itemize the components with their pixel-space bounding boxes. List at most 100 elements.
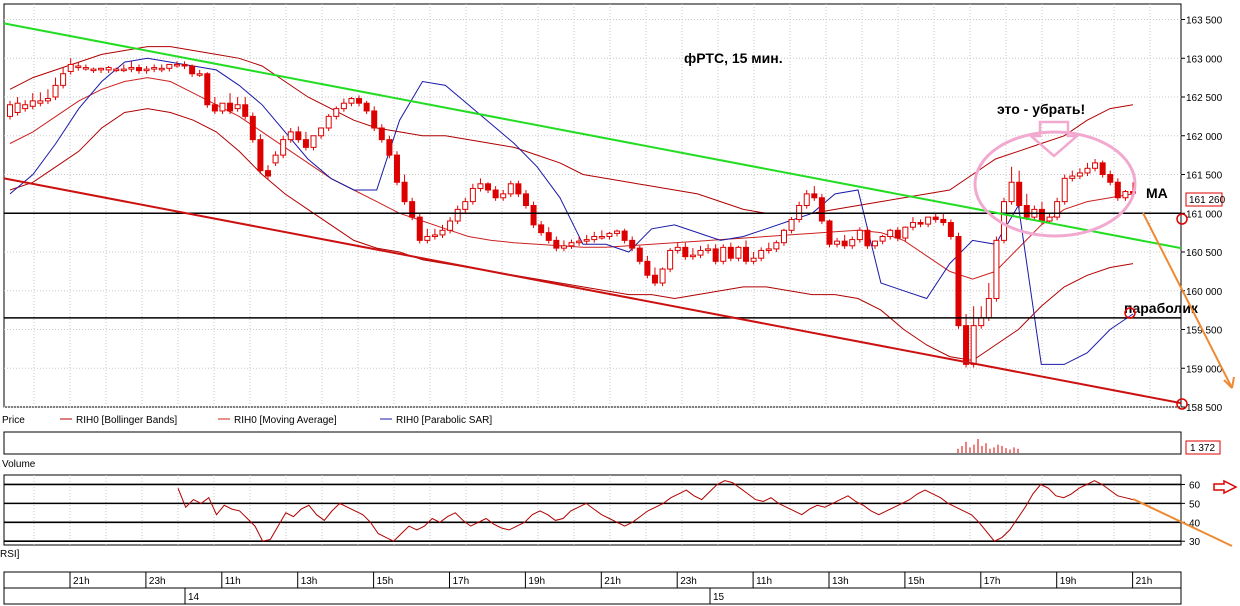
candle-body-up — [970, 325, 977, 365]
candle — [947, 219, 954, 240]
candle-body-up — [37, 100, 44, 104]
candle-body-up — [758, 249, 765, 259]
hour-tick-label: 17h — [984, 576, 1001, 587]
candle-body-down — [636, 247, 643, 262]
candle-body-up — [173, 63, 180, 67]
candle-body-down — [947, 222, 954, 238]
candle-body-up — [44, 98, 51, 102]
candle-body-down — [189, 65, 196, 75]
candle-body-up — [735, 246, 742, 259]
candle-body-up — [1046, 216, 1053, 222]
candle-body-up — [318, 127, 325, 137]
candle-body-up — [1122, 191, 1129, 199]
candle-body-up — [765, 248, 772, 251]
legend-moving-average: RIH0 [Moving Average] — [234, 415, 337, 426]
candle-body-down — [1016, 181, 1023, 206]
candle-body-up — [128, 67, 135, 70]
candle-body-up — [151, 67, 158, 70]
candle-body-up — [1069, 175, 1076, 179]
candle-body-up — [576, 240, 583, 244]
candle-body-down — [1107, 174, 1114, 183]
candle-body-down — [1023, 205, 1030, 218]
price-tick-label: 162 500 — [1186, 93, 1223, 104]
candle-body-up — [196, 73, 203, 76]
candle-body-up — [985, 298, 992, 319]
candle — [667, 248, 674, 273]
hour-tick-label: 21h — [604, 576, 621, 587]
price-tick-label: 162 000 — [1186, 132, 1223, 143]
remove-annotation: это - убрать! — [997, 101, 1085, 117]
date-tick-label: 15 — [713, 592, 725, 603]
hour-tick-label: 15h — [908, 576, 925, 587]
candle-body-up — [849, 239, 856, 247]
candle-body-down — [841, 240, 848, 247]
price-tick-label: 160 000 — [1186, 287, 1223, 298]
candle-body-down — [826, 220, 833, 245]
candle-body-down — [249, 115, 256, 141]
candle-body-up — [872, 240, 879, 247]
candle-body-up — [219, 102, 226, 112]
candle-body-down — [401, 181, 408, 203]
candle-body-up — [879, 236, 886, 242]
candle-body-up — [598, 236, 605, 239]
candle-body-up — [773, 242, 780, 250]
candle-body-up — [439, 229, 446, 236]
candle-body-down — [955, 236, 962, 327]
candle — [204, 72, 211, 108]
price-axis: 163 500 163 000 162 500 162 000 161 500 161 0… — [1181, 16, 1223, 414]
hour-tick-label: 17h — [453, 576, 470, 587]
candle-body-up — [720, 246, 727, 262]
price-panel: 163 500 163 000 162 500 162 000 161 500 161 0… — [3, 3, 1226, 414]
candle-body-down — [393, 154, 400, 183]
hour-tick-label: 11h — [756, 576, 772, 587]
legend-parabolic-sar: RIH0 [Parabolic SAR] — [396, 415, 492, 426]
candle — [249, 112, 256, 143]
candle-body-up — [310, 135, 317, 148]
candle-body-up — [348, 98, 355, 104]
candle — [393, 151, 400, 186]
candle-body-up — [788, 218, 795, 231]
hour-tick-label: 15h — [377, 576, 394, 587]
legend-row: Price RIH0 [Bollinger Bands] RIH0 [Movin… — [2, 415, 492, 426]
candle-body-up — [856, 229, 863, 241]
candle-body-down — [712, 248, 719, 262]
candle — [826, 219, 833, 248]
candle-body-up — [272, 154, 279, 164]
candle-body-down — [917, 222, 924, 225]
candle-body-up — [22, 104, 29, 110]
candle-body-up — [67, 63, 74, 72]
candle-body-down — [257, 139, 264, 172]
candle-body-down — [371, 110, 378, 129]
legend-bollinger: RIH0 [Bollinger Bands] — [76, 415, 177, 426]
candle-body-up — [98, 67, 105, 71]
candle-body-up — [424, 236, 431, 241]
legend-price-label: Price — [2, 415, 25, 426]
candle-body-up — [750, 257, 757, 262]
candle-body-down — [621, 230, 628, 241]
candle-body-up — [60, 73, 67, 86]
candle-body-down — [864, 229, 871, 247]
candle — [659, 267, 666, 287]
candle-body-up — [287, 131, 294, 141]
candle-body-up — [447, 220, 454, 231]
candle-body-up — [674, 246, 681, 251]
candle-body-up — [113, 68, 120, 72]
candle-body-down — [522, 193, 529, 206]
candle-body-down — [409, 201, 416, 218]
price-tick-label: 161 000 — [1186, 209, 1223, 220]
candle-body-down — [818, 197, 825, 222]
chart-canvas: 163 500 163 000 162 500 162 000 161 500 161 0… — [0, 3, 1238, 605]
candle — [864, 227, 871, 249]
candle-body-down — [644, 260, 651, 276]
candle-body-down — [629, 239, 636, 249]
rsi-tick-label: 30 — [1189, 537, 1201, 548]
candle-body-up — [82, 67, 89, 70]
chart-title: фРТС, 15 мин. — [684, 50, 783, 66]
candle-body-down — [545, 232, 552, 241]
candle-body-up — [697, 249, 704, 256]
candle-body-up — [14, 102, 21, 113]
candle-body-up — [689, 254, 696, 258]
candle-body-down — [1038, 208, 1045, 222]
hour-tick-label: 13h — [301, 576, 318, 587]
candle — [1061, 174, 1068, 205]
